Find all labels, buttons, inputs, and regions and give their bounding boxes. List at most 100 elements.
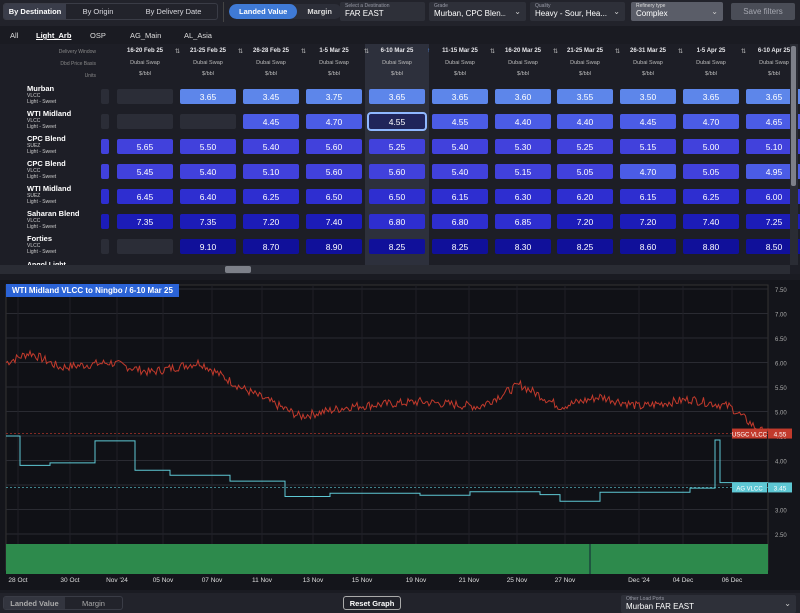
partial-cell[interactable] (101, 239, 109, 254)
value-cell[interactable]: 7.20 (243, 214, 299, 229)
value-cell[interactable]: 5.15 (620, 139, 676, 154)
scrollbar-thumb[interactable] (791, 46, 796, 186)
value-cell[interactable]: 5.25 (369, 139, 425, 154)
value-cell[interactable]: 6.50 (306, 189, 362, 204)
value-cell[interactable]: 5.60 (306, 139, 362, 154)
value-cell[interactable]: 4.70 (306, 114, 362, 129)
refinery-type-select[interactable]: Refinery type Complex ⌄ (631, 2, 723, 21)
value-cell[interactable]: 4.40 (557, 114, 613, 129)
value-cell[interactable] (180, 114, 236, 129)
value-cell[interactable]: 7.20 (620, 214, 676, 229)
quality-select[interactable]: Quality Heavy - Sour, Hea... ⌄ (530, 2, 625, 21)
value-cell[interactable]: 5.05 (683, 164, 739, 179)
column-header[interactable]: 26-31 Mar 25 (616, 48, 680, 54)
column-header[interactable]: 21-25 Mar 25 (553, 48, 617, 54)
value-cell[interactable]: 5.45 (117, 164, 173, 179)
value-cell[interactable]: 6.85 (495, 214, 551, 229)
horizontal-scrollbar[interactable] (0, 265, 790, 274)
value-cell[interactable]: 8.80 (683, 239, 739, 254)
partial-cell[interactable] (101, 214, 109, 229)
column-header[interactable]: 1-5 Mar 25 (302, 48, 366, 54)
value-cell[interactable]: 3.65 (180, 89, 236, 104)
landed-value-toggle[interactable]: Landed Value (229, 4, 298, 19)
value-cell[interactable]: 5.40 (432, 139, 488, 154)
value-cell[interactable]: 5.25 (557, 139, 613, 154)
tab-osp[interactable]: OSP (86, 29, 126, 42)
partial-cell[interactable] (101, 89, 109, 104)
value-cell[interactable]: 5.10 (243, 164, 299, 179)
tab-ag-main[interactable]: AG_Main (126, 29, 180, 42)
value-cell[interactable]: 5.65 (117, 139, 173, 154)
tab-landed-value[interactable]: Landed Value (4, 597, 65, 609)
value-cell[interactable]: 3.55 (557, 89, 613, 104)
reset-graph-button[interactable]: Reset Graph (343, 596, 401, 610)
value-cell[interactable]: 5.40 (180, 164, 236, 179)
value-cell[interactable] (117, 114, 173, 129)
tab-all[interactable]: All (0, 29, 32, 42)
value-cell[interactable]: 7.35 (117, 214, 173, 229)
column-header[interactable]: 16-20 Mar 25 (491, 48, 555, 54)
value-cell[interactable]: 3.65 (683, 89, 739, 104)
value-cell[interactable]: 4.55 (432, 114, 488, 129)
value-cell[interactable]: 6.25 (683, 189, 739, 204)
value-cell[interactable]: 8.25 (432, 239, 488, 254)
value-cell[interactable]: 5.40 (432, 164, 488, 179)
value-cell[interactable]: 8.60 (620, 239, 676, 254)
column-header[interactable]: 21-25 Feb 25 (176, 48, 240, 54)
value-cell[interactable]: 8.25 (369, 239, 425, 254)
value-cell[interactable]: 7.20 (557, 214, 613, 229)
value-cell[interactable]: 3.75 (306, 89, 362, 104)
value-cell[interactable]: 6.30 (495, 189, 551, 204)
value-cell[interactable]: 4.70 (620, 164, 676, 179)
partial-cell[interactable] (101, 189, 109, 204)
value-cell[interactable]: 6.15 (432, 189, 488, 204)
column-header[interactable]: 1-5 Apr 25 (679, 48, 743, 54)
save-filters-button[interactable]: Save filters (731, 3, 795, 20)
other-load-ports-select[interactable]: Other Load Ports Murban FAR EAST ⌄ (621, 595, 796, 613)
column-header[interactable]: 16-20 Feb 25 (113, 48, 177, 54)
value-cell[interactable]: 6.40 (180, 189, 236, 204)
value-cell[interactable]: 4.45 (620, 114, 676, 129)
value-cell[interactable]: 6.80 (432, 214, 488, 229)
value-cell[interactable]: 5.60 (369, 164, 425, 179)
chart-canvas[interactable]: 7.507.006.506.005.505.004.504.003.503.00… (0, 280, 800, 590)
value-cell[interactable]: 5.15 (495, 164, 551, 179)
value-cell[interactable]: 8.70 (243, 239, 299, 254)
value-cell[interactable]: 8.90 (306, 239, 362, 254)
value-cell[interactable]: 6.45 (117, 189, 173, 204)
value-cell[interactable]: 5.00 (683, 139, 739, 154)
tab-by-destination[interactable]: By Destination (4, 4, 66, 19)
value-cell[interactable]: 5.05 (557, 164, 613, 179)
value-cell[interactable]: 3.65 (432, 89, 488, 104)
value-cell[interactable]: 7.40 (306, 214, 362, 229)
value-cell[interactable]: 6.50 (369, 189, 425, 204)
value-cell[interactable]: 6.80 (369, 214, 425, 229)
tab-al-asia[interactable]: AL_Asia (180, 29, 230, 42)
value-cell[interactable]: 3.65 (369, 89, 425, 104)
value-cell[interactable]: 6.15 (620, 189, 676, 204)
partial-cell[interactable] (101, 114, 109, 129)
value-cell[interactable] (117, 89, 173, 104)
tab-margin[interactable]: Margin (65, 597, 122, 609)
value-cell[interactable]: 6.25 (243, 189, 299, 204)
value-cell[interactable]: 5.50 (180, 139, 236, 154)
value-cell[interactable]: 5.40 (243, 139, 299, 154)
value-cell[interactable]: 3.50 (620, 89, 676, 104)
partial-cell[interactable] (101, 139, 109, 154)
destination-select[interactable]: Select a Destination FAR EAST (340, 2, 425, 21)
grade-select[interactable]: Grade Murban, CPC Blen... ⌄ (429, 2, 526, 21)
value-cell[interactable]: 5.30 (495, 139, 551, 154)
partial-cell[interactable] (101, 164, 109, 179)
column-header[interactable]: 26-28 Feb 25 (239, 48, 303, 54)
tab-by-delivery-date[interactable]: By Delivery Date (130, 4, 217, 19)
value-cell[interactable]: 8.25 (557, 239, 613, 254)
tab-by-origin[interactable]: By Origin (66, 4, 130, 19)
column-header[interactable]: 11-15 Mar 25 (428, 48, 492, 54)
value-cell[interactable]: 4.40 (495, 114, 551, 129)
margin-toggle[interactable]: Margin (297, 4, 342, 19)
tab-light-arb[interactable]: Light_Arb (32, 29, 86, 42)
value-cell[interactable]: 7.40 (683, 214, 739, 229)
scrollbar-thumb[interactable] (225, 266, 251, 273)
column-header[interactable]: 6-10 Mar 25 (365, 48, 429, 54)
value-cell[interactable]: 4.55 (367, 112, 427, 131)
